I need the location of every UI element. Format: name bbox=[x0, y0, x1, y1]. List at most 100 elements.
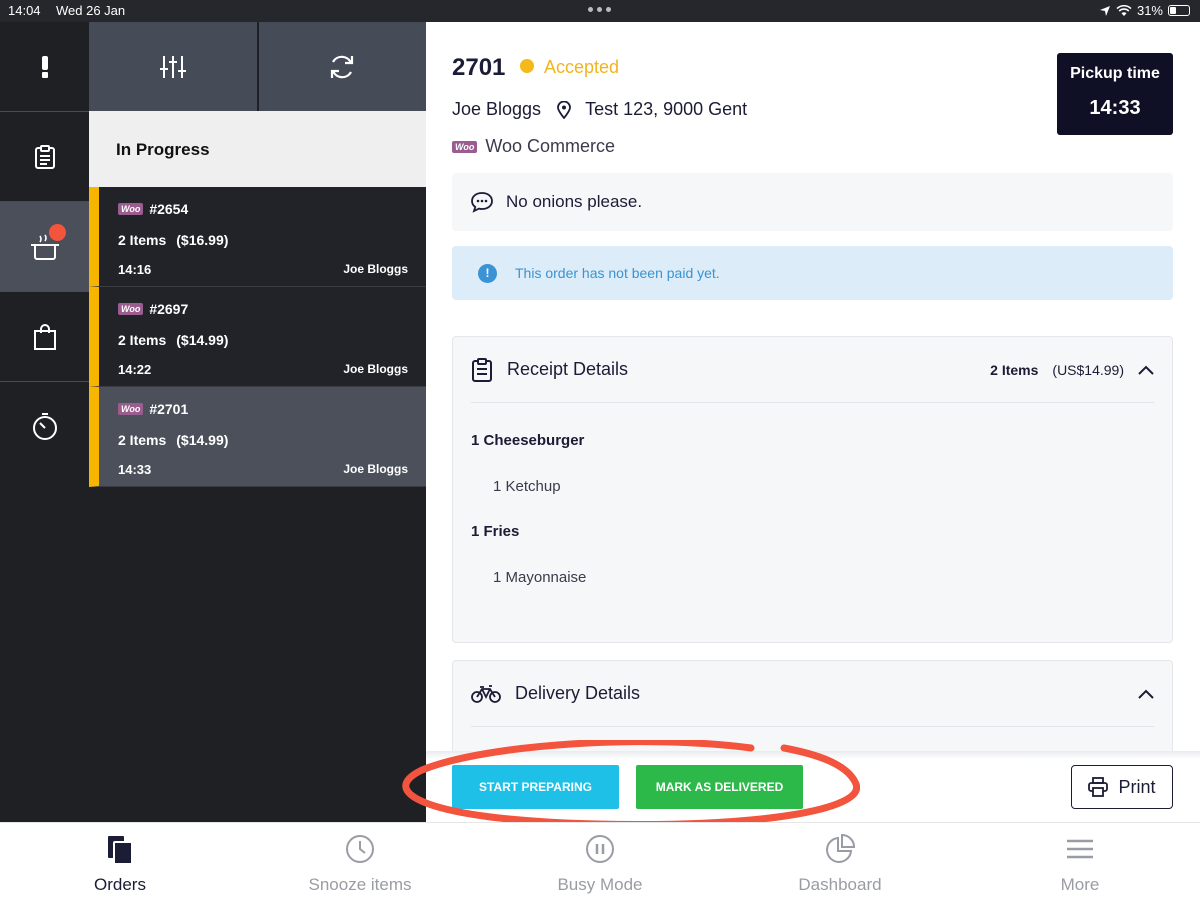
tab-more[interactable]: More bbox=[960, 823, 1200, 900]
rail-item-alerts[interactable] bbox=[0, 22, 89, 112]
pickup-time-box: Pickup time 14:33 bbox=[1057, 53, 1173, 135]
refresh-icon bbox=[331, 55, 354, 78]
bicycle-icon bbox=[471, 684, 501, 703]
tab-bar: Orders Snooze items Busy Mode Dashboard … bbox=[0, 822, 1200, 900]
pickup-label: Pickup time bbox=[1070, 65, 1160, 82]
battery-icon bbox=[1168, 5, 1190, 16]
customer-note: No onions please. bbox=[452, 173, 1173, 231]
rail-item-timer[interactable] bbox=[0, 382, 89, 472]
order-number: #2697 bbox=[149, 301, 189, 317]
chevron-up-icon[interactable] bbox=[1138, 365, 1154, 375]
receipt-line: 1 Fries bbox=[471, 523, 520, 540]
order-number-title: 2701 bbox=[452, 54, 506, 81]
receipt-clipboard-icon bbox=[472, 357, 492, 382]
customer-name: Joe Bloggs bbox=[452, 99, 542, 119]
tab-dashboard[interactable]: Dashboard bbox=[720, 823, 960, 900]
order-card[interactable]: Woo #2654 2 Items ($16.99) 14:16 Joe Blogg… bbox=[89, 187, 426, 287]
printer-icon bbox=[1088, 777, 1109, 797]
woo-badge: Woo bbox=[118, 403, 144, 415]
woo-badge: Woo bbox=[118, 203, 144, 215]
delivery-panel: Delivery Details bbox=[452, 660, 1173, 760]
order-items: 2 Items bbox=[118, 432, 167, 448]
order-time: 14:22 bbox=[118, 362, 152, 377]
action-bar: START PREPARING MARK AS DELIVERED Print bbox=[426, 751, 1200, 822]
order-number: #2654 bbox=[149, 201, 189, 217]
clock-icon bbox=[346, 835, 374, 863]
woo-badge: Woo bbox=[118, 303, 144, 315]
order-status: Accepted bbox=[544, 57, 620, 77]
orders-icon bbox=[108, 836, 133, 865]
order-card-selected[interactable]: Woo #2701 2 Items ($14.99) 14:33 Joe Blogg… bbox=[89, 387, 426, 487]
status-time: 14:04 bbox=[8, 3, 41, 18]
multitask-dots-icon[interactable] bbox=[588, 7, 612, 13]
order-items: 2 Items bbox=[118, 332, 167, 348]
tab-label: Orders bbox=[94, 875, 146, 894]
order-source: Woo Woo Commerce bbox=[452, 136, 615, 157]
pickup-time: 14:33 bbox=[1089, 97, 1141, 119]
order-items: 2 Items bbox=[118, 232, 167, 248]
list-toolbar bbox=[89, 22, 426, 111]
exclamation-icon bbox=[41, 55, 48, 78]
info-icon: ! bbox=[478, 263, 497, 283]
status-dot-icon bbox=[520, 59, 534, 73]
receipt-line: 1 Cheeseburger bbox=[471, 432, 585, 449]
receipt-count: 2 Items bbox=[990, 361, 1039, 378]
receipt-line: 1 Ketchup bbox=[493, 478, 561, 495]
filter-sliders-icon bbox=[159, 55, 186, 78]
tab-label: Dashboard bbox=[798, 875, 882, 894]
customer-line: Joe Bloggs Test 123, 9000 Gent bbox=[452, 99, 747, 120]
filter-button[interactable] bbox=[89, 22, 257, 111]
tab-snooze-items[interactable]: Snooze items bbox=[240, 823, 480, 900]
order-list-panel: In Progress Woo #2654 2 Items ($16.99) 14:… bbox=[89, 22, 426, 822]
order-number: #2701 bbox=[149, 401, 189, 417]
order-customer: Joe Bloggs bbox=[343, 362, 408, 376]
receipt-total: (US$14.99) bbox=[1052, 361, 1124, 378]
mark-delivered-button[interactable]: MARK AS DELIVERED bbox=[636, 765, 803, 809]
chevron-up-icon[interactable] bbox=[1138, 689, 1154, 699]
rail-item-pickup[interactable] bbox=[0, 292, 89, 382]
order-customer: Joe Bloggs bbox=[343, 462, 408, 476]
order-time: 14:33 bbox=[118, 462, 152, 477]
rail-item-in-progress[interactable] bbox=[0, 202, 89, 292]
speech-bubble-icon bbox=[471, 192, 493, 213]
clipboard-icon bbox=[34, 144, 55, 169]
print-button[interactable]: Print bbox=[1071, 765, 1173, 809]
order-customer: Joe Bloggs bbox=[343, 262, 408, 276]
refresh-button[interactable] bbox=[258, 22, 426, 111]
order-price: ($14.99) bbox=[176, 332, 229, 348]
receipt-header[interactable]: Receipt Details 2 Items (US$14.99) bbox=[471, 337, 1154, 403]
receipt-title: Receipt Details bbox=[507, 359, 629, 379]
tab-busy-mode[interactable]: Busy Mode bbox=[480, 823, 720, 900]
payment-alert: ! This order has not been paid yet. bbox=[452, 246, 1173, 300]
order-detail: 2701 Accepted Joe Bloggs Test 123, 9000 … bbox=[426, 22, 1200, 822]
start-preparing-button[interactable]: START PREPARING bbox=[452, 765, 619, 809]
delivery-title: Delivery Details bbox=[515, 683, 641, 703]
wifi-icon bbox=[1116, 4, 1132, 16]
battery-percent: 31% bbox=[1136, 3, 1163, 18]
status-right: 31% bbox=[1099, 3, 1190, 18]
timer-icon bbox=[32, 413, 57, 440]
icon-rail bbox=[0, 22, 89, 822]
location-pin-icon bbox=[557, 100, 571, 119]
order-time: 14:16 bbox=[118, 262, 152, 277]
rail-item-orders[interactable] bbox=[0, 112, 89, 202]
alert-text: This order has not been paid yet. bbox=[515, 265, 720, 281]
source-name: Woo Commerce bbox=[485, 136, 616, 156]
notification-badge bbox=[49, 224, 66, 241]
tab-label: Snooze items bbox=[308, 875, 412, 894]
section-title-in-progress: In Progress bbox=[89, 111, 426, 187]
tab-orders[interactable]: Orders bbox=[0, 823, 240, 900]
print-label: Print bbox=[1118, 776, 1156, 797]
order-price: ($14.99) bbox=[176, 432, 229, 448]
status-date: Wed 26 Jan bbox=[56, 3, 126, 18]
tab-label: Busy Mode bbox=[557, 875, 643, 894]
status-bar: 14:04 Wed 26 Jan 31% bbox=[0, 0, 1200, 22]
delivery-header[interactable]: Delivery Details bbox=[471, 661, 1154, 727]
note-text: No onions please. bbox=[506, 192, 643, 211]
order-card[interactable]: Woo #2697 2 Items ($14.99) 14:22 Joe Blogg… bbox=[89, 287, 426, 387]
customer-address: Test 123, 9000 Gent bbox=[585, 99, 748, 119]
woo-badge: Woo bbox=[452, 140, 478, 153]
receipt-line: 1 Mayonnaise bbox=[493, 569, 587, 586]
receipt-panel: Receipt Details 2 Items (US$14.99) 1 Che… bbox=[452, 336, 1173, 643]
location-icon bbox=[1099, 5, 1110, 16]
